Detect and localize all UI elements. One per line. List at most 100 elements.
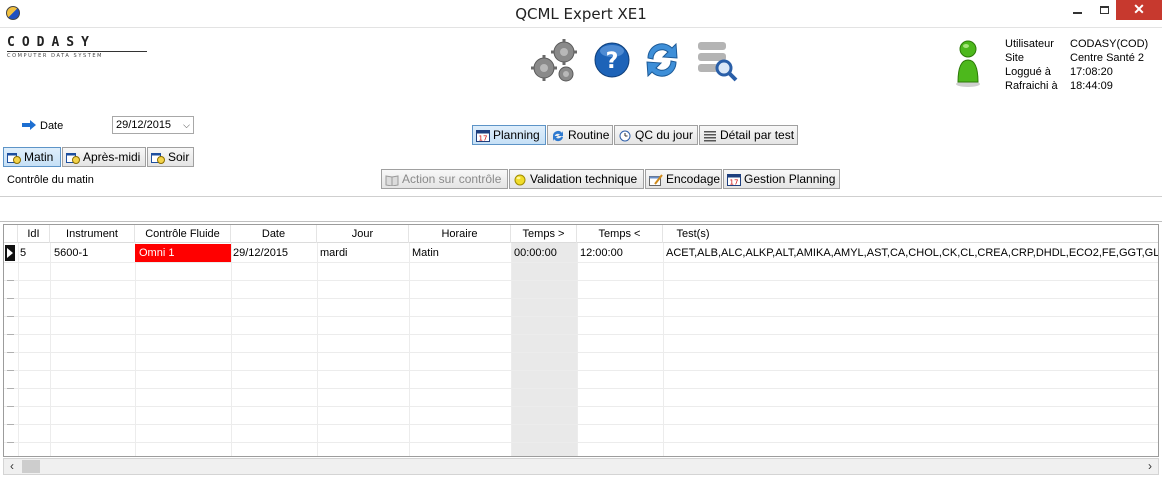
yellow-circle-icon bbox=[513, 173, 527, 186]
empty-row-marker bbox=[7, 316, 14, 317]
empty-row-marker bbox=[7, 298, 14, 299]
header-horaire[interactable]: Horaire bbox=[409, 225, 511, 243]
shift-matin-button[interactable]: Matin bbox=[3, 147, 61, 167]
header-idi[interactable]: IdI bbox=[18, 225, 50, 243]
calendar-clock-icon bbox=[7, 151, 21, 164]
encodage-button[interactable]: Encodage bbox=[645, 169, 722, 189]
shift-label: Après-midi bbox=[83, 150, 141, 164]
header-jour[interactable]: Jour bbox=[317, 225, 409, 243]
view-qc-du-jour-button[interactable]: QC du jour bbox=[614, 125, 698, 145]
svg-text:17: 17 bbox=[479, 135, 488, 143]
shift-apres-midi-button[interactable]: Après-midi bbox=[62, 147, 146, 167]
settings-icon[interactable] bbox=[530, 38, 577, 82]
action-label: Validation technique bbox=[530, 172, 638, 186]
view-label: QC du jour bbox=[635, 128, 694, 142]
controle-label: Contrôle du matin bbox=[7, 174, 94, 186]
user-label: Utilisateur bbox=[1005, 38, 1054, 50]
action-label: Gestion Planning bbox=[744, 172, 836, 186]
current-row-indicator-icon bbox=[4, 244, 16, 262]
separator bbox=[0, 221, 1162, 222]
gestion-planning-button[interactable]: 17 Gestion Planning bbox=[723, 169, 840, 189]
header-tests[interactable]: Test(s) bbox=[663, 225, 723, 243]
refresh-small-icon bbox=[551, 129, 565, 142]
date-label: Date bbox=[40, 120, 64, 132]
login-value: 17:08:20 bbox=[1070, 66, 1113, 78]
validation-technique-button[interactable]: Validation technique bbox=[509, 169, 644, 189]
cell-jour[interactable]: mardi bbox=[317, 244, 409, 262]
header-temps-gt[interactable]: Temps > bbox=[511, 225, 577, 243]
row-divider bbox=[4, 352, 1158, 353]
help-icon[interactable]: ? bbox=[592, 38, 636, 82]
close-button[interactable]: ✕ bbox=[1116, 0, 1162, 20]
user-info-row: Site Centre Santé 2 bbox=[1005, 51, 1148, 65]
row-divider bbox=[4, 262, 1158, 263]
empty-row-marker bbox=[7, 370, 14, 371]
book-icon bbox=[385, 173, 399, 187]
empty-row-marker bbox=[7, 280, 14, 281]
cell-temps-gt[interactable]: 00:00:00 bbox=[511, 244, 577, 262]
user-info-row: Rafraichi à 18:44:09 bbox=[1005, 79, 1148, 93]
refresh-icon[interactable] bbox=[642, 38, 686, 82]
header-date[interactable]: Date bbox=[231, 225, 317, 243]
cell-instrument[interactable]: 5600-1 bbox=[50, 244, 135, 262]
svg-text:?: ? bbox=[606, 49, 619, 74]
row-divider bbox=[4, 316, 1158, 317]
cell-date[interactable]: 29/12/2015 bbox=[231, 244, 317, 262]
maximize-icon bbox=[1099, 5, 1109, 14]
view-routine-button[interactable]: Routine bbox=[547, 125, 613, 145]
list-icon bbox=[703, 129, 717, 142]
scroll-left-icon[interactable]: ‹ bbox=[4, 459, 20, 474]
maximize-button[interactable] bbox=[1090, 0, 1118, 20]
logo-main-text: CODASY bbox=[7, 35, 96, 50]
header-controle-fluide[interactable]: Contrôle Fluide bbox=[135, 225, 231, 243]
view-label: Planning bbox=[493, 128, 540, 142]
user-info-panel: Utilisateur CODASY(COD) Site Centre Santé … bbox=[1005, 37, 1148, 93]
row-divider bbox=[4, 298, 1158, 299]
user-info-row: Utilisateur CODASY(COD) bbox=[1005, 37, 1148, 51]
cell-controle-fluide[interactable]: Omni 1 bbox=[135, 244, 231, 262]
logo-sub-text: COMPUTER DATA SYSTEM bbox=[7, 51, 147, 59]
planning-grid[interactable]: IdI Instrument Contrôle Fluide Date Jour… bbox=[3, 224, 1159, 457]
window-title: QCML Expert XE1 bbox=[515, 5, 647, 23]
search-list-icon[interactable] bbox=[696, 38, 740, 82]
codasy-logo: CODASY COMPUTER DATA SYSTEM bbox=[7, 35, 147, 59]
view-label: Routine bbox=[568, 128, 610, 142]
site-label: Site bbox=[1005, 52, 1024, 64]
row-divider bbox=[4, 280, 1158, 281]
header-temps-lt[interactable]: Temps < bbox=[577, 225, 663, 243]
scroll-right-icon[interactable]: › bbox=[1142, 459, 1158, 474]
row-divider bbox=[4, 406, 1158, 407]
empty-row-marker bbox=[7, 388, 14, 389]
cell-idi[interactable]: 5 bbox=[18, 244, 50, 262]
shift-soir-button[interactable]: Soir bbox=[147, 147, 194, 167]
view-detail-par-test-button[interactable]: Détail par test bbox=[699, 125, 798, 145]
date-picker[interactable]: 29/12/2015 ⌵ bbox=[112, 116, 194, 134]
date-value: 29/12/2015 bbox=[116, 119, 172, 131]
header-indicator bbox=[4, 225, 18, 243]
chevron-down-icon[interactable]: ⌵ bbox=[183, 120, 190, 131]
scroll-thumb[interactable] bbox=[22, 460, 40, 473]
action-sur-controle-button[interactable]: Action sur contrôle bbox=[381, 169, 508, 189]
calendar-clock-icon bbox=[66, 151, 80, 164]
row-divider bbox=[4, 424, 1158, 425]
cell-horaire[interactable]: Matin bbox=[409, 244, 511, 262]
horizontal-scrollbar[interactable]: ‹ › bbox=[3, 458, 1159, 475]
cell-tests[interactable]: ACET,ALB,ALC,ALKP,ALT,AMIKA,AMYL,AST,CA,… bbox=[663, 244, 1158, 262]
cell-temps-lt[interactable]: 12:00:00 bbox=[577, 244, 663, 262]
minimize-icon bbox=[1072, 11, 1082, 14]
user-avatar-icon bbox=[955, 38, 981, 88]
header-instrument[interactable]: Instrument bbox=[50, 225, 135, 243]
login-label: Loggué à bbox=[1005, 66, 1051, 78]
row-divider bbox=[4, 442, 1158, 443]
shift-label: Matin bbox=[24, 150, 54, 164]
view-planning-button[interactable]: 17 Planning bbox=[472, 125, 546, 145]
empty-row-marker bbox=[7, 442, 14, 443]
minimize-button[interactable] bbox=[1063, 0, 1091, 20]
separator bbox=[0, 196, 1162, 197]
calendar-clock-icon bbox=[151, 151, 165, 164]
edit-form-icon bbox=[649, 173, 663, 186]
view-label: Détail par test bbox=[720, 128, 795, 142]
refresh-label: Rafraichi à bbox=[1005, 80, 1058, 92]
calendar-icon: 17 bbox=[476, 129, 490, 143]
empty-row-marker bbox=[7, 424, 14, 425]
